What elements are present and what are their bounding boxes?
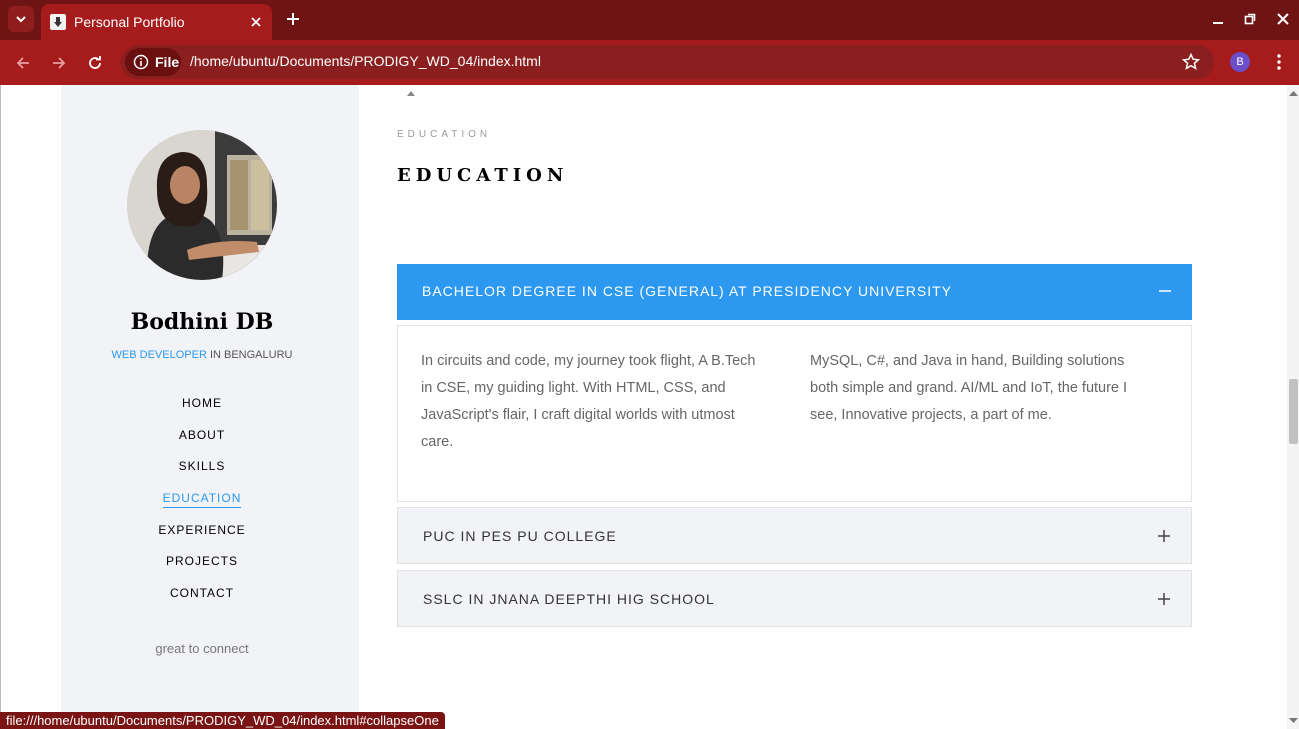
file-label: File — [155, 54, 180, 70]
new-tab-button[interactable] — [282, 8, 304, 30]
scroll-down-arrow-icon[interactable] — [1289, 717, 1298, 725]
chevron-down-icon — [16, 16, 26, 23]
tab-search-button[interactable] — [8, 6, 34, 32]
plus-icon — [287, 13, 299, 25]
accordion-header-bachelor[interactable]: BACHELOR DEGREE IN CSE (GENERAL) AT PRES… — [397, 264, 1192, 320]
profile-avatar[interactable]: B — [1230, 52, 1250, 72]
close-icon[interactable] — [248, 14, 264, 30]
sidebar: Bodhini DB WEB DEVELOPER IN BENGALURU HO… — [61, 85, 415, 729]
nav-item-about[interactable]: ABOUT — [61, 425, 343, 457]
nav-item-home[interactable]: HOME — [61, 393, 343, 425]
accordion-text-column-2: MySQL, C#, and Java in hand, Building so… — [810, 353, 1128, 423]
plus-icon[interactable] — [1157, 592, 1171, 606]
accordion-title: PUC IN PES PU COLLEGE — [423, 528, 617, 544]
arrow-left-icon — [16, 57, 29, 69]
nav-item-projects[interactable]: PROJECTS — [61, 551, 343, 583]
section-eyebrow: EDUCATION — [397, 129, 492, 140]
url-text[interactable]: /home/ubuntu/Documents/PRODIGY_WD_04/ind… — [190, 53, 541, 69]
browser-tab[interactable]: Personal Portfolio — [41, 4, 272, 40]
nav-item-experience[interactable]: EXPERIENCE — [61, 520, 343, 552]
role-location: IN BENGALURU — [206, 349, 293, 361]
scrollbar-thumb[interactable] — [1289, 379, 1298, 444]
reload-icon — [89, 56, 101, 69]
plus-icon[interactable] — [1157, 529, 1171, 543]
close-window-button[interactable] — [1274, 10, 1292, 28]
arrow-right-icon — [53, 57, 66, 69]
minus-icon[interactable] — [1158, 284, 1172, 298]
restore-button[interactable] — [1241, 10, 1259, 28]
nav-item-education[interactable]: EDUCATION — [61, 488, 343, 520]
nav-item-skills[interactable]: SKILLS — [61, 456, 343, 488]
accordion-panel-bachelor: In circuits and code, my journey took fl… — [397, 325, 1192, 502]
person-role: WEB DEVELOPER IN BENGALURU — [61, 349, 343, 361]
back-button[interactable] — [11, 51, 35, 75]
reload-button[interactable] — [83, 51, 107, 75]
sidebar-footer-text: great to connect — [155, 641, 249, 656]
page-favicon-icon — [50, 14, 66, 30]
accordion-title: SSLC IN JNANA DEEPTHI HIG SCHOOL — [423, 591, 715, 607]
address-bar[interactable]: File /home/ubuntu/Documents/PRODIGY_WD_0… — [121, 45, 1214, 79]
forward-button[interactable] — [47, 51, 71, 75]
more-menu-icon[interactable] — [1270, 52, 1288, 72]
accordion-title: BACHELOR DEGREE IN CSE (GENERAL) AT PRES… — [422, 283, 952, 299]
scroll-up-arrow-icon[interactable] — [1289, 89, 1298, 97]
accordion-text-column-1: In circuits and code, my journey took fl… — [421, 353, 756, 450]
minimize-button[interactable] — [1209, 10, 1227, 28]
nav-item-contact[interactable]: CONTACT — [61, 583, 343, 615]
browser-toolbar: File /home/ubuntu/Documents/PRODIGY_WD_0… — [0, 40, 1299, 85]
page-scrollbar[interactable] — [1287, 85, 1299, 729]
site-info-chip[interactable]: File — [125, 48, 181, 76]
link-status-bar: file:///home/ubuntu/Documents/PRODIGY_WD… — [0, 712, 445, 729]
sidebar-nav: HOME ABOUT SKILLS EDUCATION EXPERIENCE P… — [61, 393, 343, 615]
info-icon — [133, 54, 149, 70]
role-highlight[interactable]: WEB DEVELOPER — [112, 349, 207, 361]
tab-title: Personal Portfolio — [74, 14, 185, 30]
bookmark-star-icon[interactable] — [1181, 52, 1201, 71]
accordion-header-puc[interactable]: PUC IN PES PU COLLEGE — [397, 507, 1192, 564]
accordion-header-sslc[interactable]: SSLC IN JNANA DEEPTHI HIG SCHOOL — [397, 570, 1192, 627]
education-section: EDUCATION EDUCATION BACHELOR DEGREE IN C… — [397, 85, 1192, 729]
page-viewport: Bodhini DB WEB DEVELOPER IN BENGALURU HO… — [0, 85, 1299, 729]
section-title: EDUCATION — [397, 165, 569, 186]
person-name: Bodhini DB — [130, 309, 274, 335]
profile-photo — [127, 130, 277, 280]
browser-tab-strip: Personal Portfolio — [0, 0, 1299, 40]
